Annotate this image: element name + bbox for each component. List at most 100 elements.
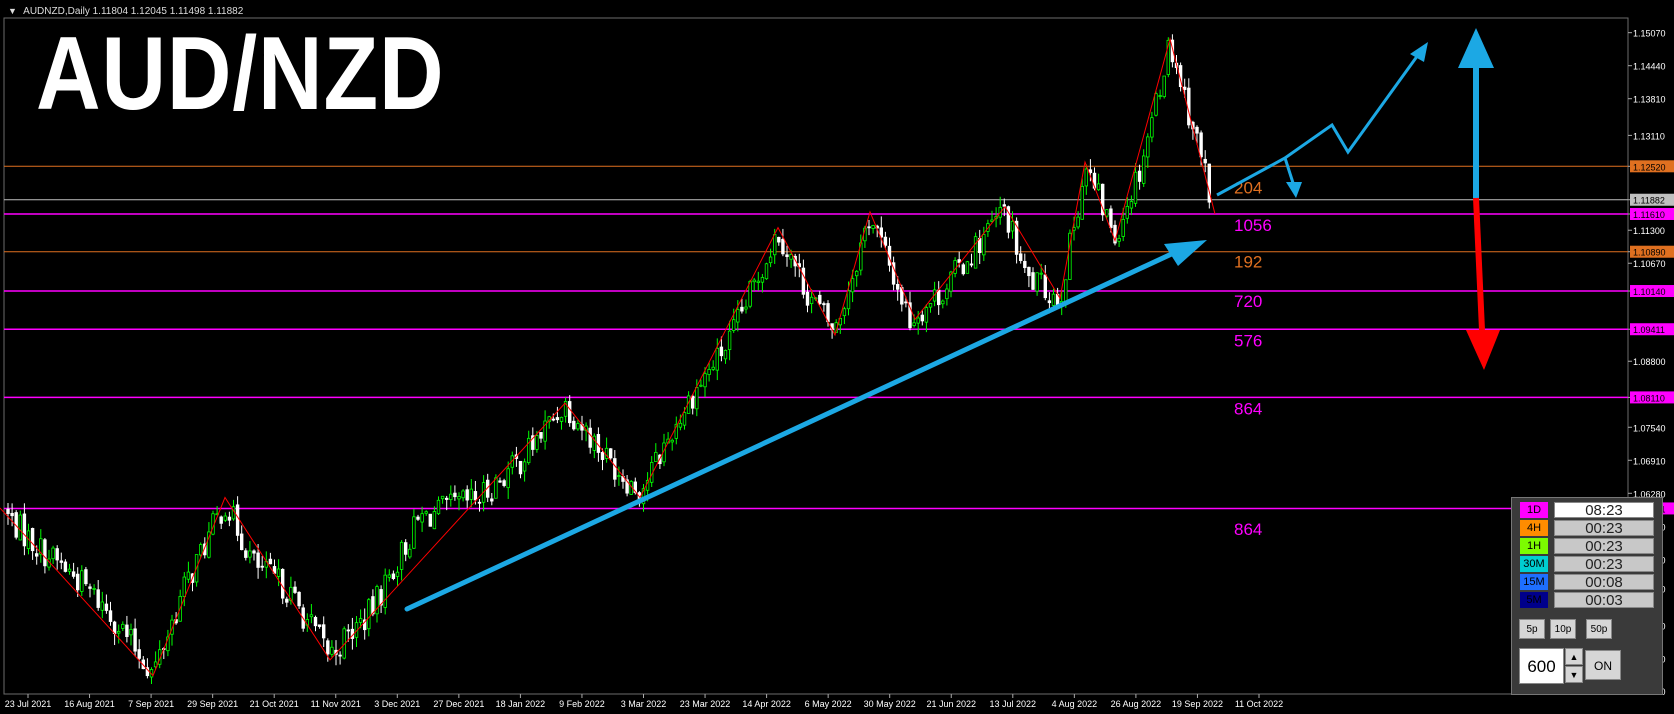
timer-row: 15M 00:08: [1520, 574, 1654, 591]
candle-body: [326, 640, 330, 655]
candle-body: [260, 565, 264, 568]
candle-body: [293, 586, 297, 593]
candle-body: [408, 548, 412, 558]
candle-body: [953, 260, 957, 274]
candle-body: [773, 234, 777, 256]
candle-body: [428, 513, 432, 527]
candle-body: [748, 281, 752, 307]
countdown-value: 00:23: [1554, 538, 1654, 555]
candle-body: [978, 237, 982, 254]
candle-body: [617, 475, 621, 478]
candle-body: [436, 499, 441, 515]
timer-row: 5M 00:03: [1520, 592, 1654, 609]
candle-body: [707, 369, 711, 375]
candle-body: [358, 618, 363, 623]
candle-body: [403, 542, 408, 555]
candle-body: [1203, 158, 1207, 164]
candle-body: [613, 458, 617, 480]
candle-body: [928, 303, 933, 308]
candle-body: [1096, 183, 1101, 191]
trend-arrow-head: [1164, 240, 1207, 266]
candle-body: [1027, 266, 1031, 277]
candle-body: [670, 439, 674, 443]
candle-body: [682, 412, 687, 426]
timeframe-label: 4H: [1520, 520, 1548, 536]
candle-body: [420, 513, 424, 523]
y-tick-label: 1.10890: [1633, 248, 1666, 258]
x-tick-label: 29 Sep 2021: [187, 699, 238, 709]
candle-body: [330, 646, 334, 655]
candle-body: [924, 307, 929, 323]
x-tick-label: 23 Mar 2022: [680, 699, 731, 709]
candle-body: [121, 623, 125, 629]
level-annotation: 576: [1234, 331, 1262, 350]
timeframe-label: 30M: [1520, 556, 1548, 572]
candle-body: [736, 309, 740, 323]
candle-body: [473, 491, 478, 501]
candle-body: [96, 589, 100, 608]
candle-body: [1064, 279, 1068, 303]
candle-body: [732, 319, 736, 331]
candle-body: [321, 624, 326, 639]
candle-body: [781, 238, 785, 255]
candle-body: [826, 303, 830, 323]
dropdown-triangle-icon[interactable]: ▼: [8, 6, 17, 16]
candle-body: [654, 452, 658, 462]
candle-body: [494, 477, 498, 499]
candle-body: [297, 591, 301, 607]
candle-body: [239, 533, 244, 551]
candle-body: [539, 432, 543, 439]
candle-body: [100, 601, 104, 611]
step-button-5p[interactable]: 5p: [1519, 619, 1545, 639]
forecast-path: [1216, 54, 1420, 197]
candle-body: [6, 508, 10, 514]
candle-body: [1199, 132, 1203, 158]
candle-body: [961, 264, 965, 275]
candle-body: [502, 480, 506, 486]
candle-body: [699, 384, 703, 387]
y-tick-label: 1.07540: [1633, 423, 1666, 433]
candle-body: [945, 288, 949, 300]
candle-body: [871, 225, 875, 229]
y-tick-label: 1.10670: [1633, 259, 1666, 269]
candle-body: [764, 263, 769, 280]
x-tick-label: 3 Mar 2022: [621, 699, 667, 709]
candle-body: [490, 498, 494, 502]
candle-body: [1162, 75, 1166, 98]
spin-down-button[interactable]: ▼: [1565, 666, 1583, 683]
candle-body: [1035, 272, 1039, 292]
candle-body: [1158, 95, 1162, 97]
timer-row: 1H 00:23: [1520, 538, 1654, 555]
candle-body: [904, 301, 908, 304]
candle-body: [572, 420, 576, 430]
candle-body: [125, 624, 129, 637]
y-tick-label: 1.08800: [1633, 357, 1666, 367]
candle-body: [588, 427, 592, 448]
candle-body: [867, 226, 871, 229]
candle-body: [506, 468, 510, 489]
x-tick-label: 27 Dec 2021: [433, 699, 484, 709]
step-button-50p[interactable]: 50p: [1586, 619, 1612, 639]
step-button-10p[interactable]: 10p: [1550, 619, 1576, 639]
candle-body: [285, 598, 289, 603]
y-tick-label: 1.15070: [1633, 29, 1666, 39]
timeframe-label: 1H: [1520, 538, 1548, 554]
spin-up-button[interactable]: ▲: [1565, 648, 1583, 665]
candle-body: [59, 560, 63, 563]
candle-body: [1146, 136, 1150, 158]
candle-body: [235, 504, 240, 536]
pips-input[interactable]: 600: [1519, 648, 1564, 684]
candle-body: [703, 373, 707, 388]
candle-body: [346, 629, 350, 632]
candle-body: [30, 528, 35, 552]
x-tick-label: 13 Jul 2022: [990, 699, 1037, 709]
on-button[interactable]: ON: [1585, 650, 1621, 680]
candle-body: [35, 553, 39, 557]
candle-body: [416, 516, 420, 520]
candle-body: [1076, 216, 1080, 228]
candle-body: [883, 236, 888, 246]
candle-body: [280, 568, 285, 599]
candle-body: [186, 571, 191, 580]
x-tick-label: 14 Apr 2022: [742, 699, 791, 709]
candle-body: [555, 417, 560, 421]
